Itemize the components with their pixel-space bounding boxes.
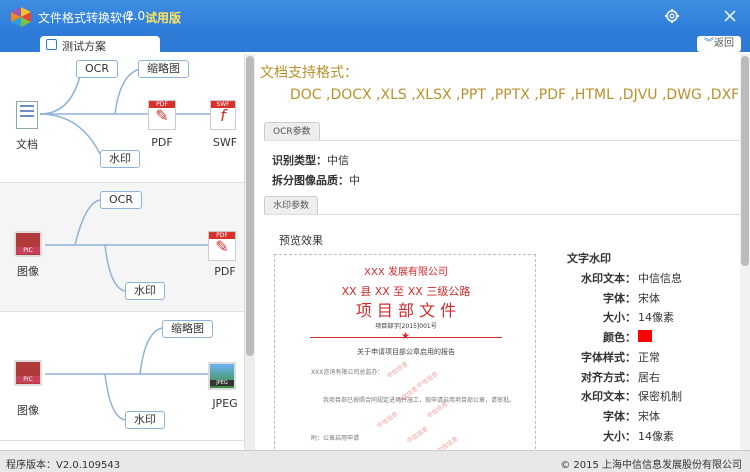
document-icon <box>46 39 57 50</box>
chevron-down-icon: ︾ <box>704 38 714 49</box>
doc-company: XXX 发展有限公司 <box>364 267 448 278</box>
left-scrollbar[interactable] <box>245 54 255 450</box>
branch-ocr: OCR <box>76 60 118 78</box>
app-title: 文件格式转换软件 <box>38 11 135 25</box>
close-icon[interactable] <box>720 6 740 26</box>
wm-key: 字体： <box>603 410 636 423</box>
wm-value: 保密机制 <box>638 390 682 403</box>
divider <box>264 140 740 141</box>
target-label: PDF <box>214 265 236 278</box>
wm-key: 颜色： <box>603 331 636 344</box>
app-logo-icon <box>11 7 31 27</box>
color-swatch <box>638 330 652 342</box>
wm-value: 中信信息 <box>638 272 682 285</box>
ocr-type-row: 识别类型：中信 <box>272 152 349 168</box>
branch-watermark: 水印 <box>125 411 165 429</box>
formats-list: DOC ,DOCX ,XLS ,XLSX ,PPT ,PPTX ,PDF ,HT… <box>290 87 740 103</box>
wm-value: 居右 <box>638 371 660 384</box>
tab-watermark-params[interactable]: 水印参数 <box>264 196 319 214</box>
swf-file-icon: SWF f <box>210 100 236 130</box>
doc-note: 附：公章启用申请 <box>311 435 360 442</box>
pdf-file-icon: PDF ✎ <box>208 231 236 261</box>
wm-key: 对齐方式： <box>581 371 636 384</box>
app-version: 2.0 <box>126 9 146 23</box>
wm-value: 宋体 <box>638 292 660 305</box>
wm-value: 14像素 <box>638 430 674 443</box>
wm-value: 14像素 <box>638 311 674 324</box>
split-quality-row: 拆分图像品质：中 <box>272 172 360 188</box>
preview-label: 预览效果 <box>279 234 323 247</box>
source-label: 图像 <box>17 265 39 278</box>
gear-icon[interactable] <box>662 6 682 26</box>
branch-watermark: 水印 <box>125 282 165 300</box>
doc-number: 项目部字[2015]001号 <box>375 323 437 330</box>
wm-key: 字体样式： <box>581 351 636 364</box>
copyright: © 2015 上海中信信息发展股份有限公司 <box>560 460 742 471</box>
formats-title: 文档支持格式： <box>260 65 358 81</box>
wm-key: 水印文本： <box>581 272 636 285</box>
wm-key: 大小： <box>603 430 636 443</box>
image-file-icon: PIC <box>14 231 42 257</box>
watermark-text: 中信信息 <box>375 410 400 431</box>
doc-body: 我项目部已按照合同规定进场并施工，现申请启用项目部公章，请审批。 <box>323 397 516 404</box>
jpeg-file-icon: JPEG <box>208 362 236 390</box>
wm-value: 宋体 <box>638 410 660 423</box>
back-label: 返回 <box>714 38 734 49</box>
target-label: PDF <box>151 136 173 149</box>
scheme-item-3[interactable]: PIC 图像 缩略图 水印 JPEG JPEG <box>0 312 244 441</box>
tab-test-scheme[interactable]: 测试方案 <box>40 36 160 54</box>
wm-key: 大小： <box>603 311 636 324</box>
trial-badge: 试用版 <box>145 11 182 25</box>
wm-key: 字体： <box>603 292 636 305</box>
doc-heading: 项 目 部 文 件 <box>355 301 457 320</box>
right-scrollbar[interactable] <box>740 54 750 450</box>
watermark-text: 中信信息 <box>405 425 430 446</box>
scrollbar-thumb[interactable] <box>246 56 254 356</box>
text-watermark-title: 文字水印 <box>567 252 611 265</box>
image-file-icon: PIC <box>14 360 42 386</box>
scheme-list: 文档 OCR 缩略图 水印 PDF ✎ PDF SWF f SWF PIC 图像… <box>0 54 245 450</box>
scrollbar-thumb[interactable] <box>741 56 749 266</box>
branch-thumbnail: 缩略图 <box>138 60 189 78</box>
divider <box>264 214 740 215</box>
document-file-icon <box>16 101 38 129</box>
doc-subject: 关于申请项目部公章启用的报告 <box>357 348 455 356</box>
version-status: 程序版本：V2.0.109543 <box>6 460 121 471</box>
ocr-type-value: 中信 <box>327 154 349 167</box>
wm-key: 水印文本： <box>581 390 636 403</box>
branch-thumbnail: 缩略图 <box>162 320 213 338</box>
wm-value: 正常 <box>638 351 660 364</box>
target-label: SWF <box>212 136 238 149</box>
back-button[interactable]: ︾返回 <box>697 36 741 52</box>
watermark-preview: XXX 发展有限公司 XX 县 XX 至 XX 三级公路 项 目 部 文 件 项… <box>274 254 536 450</box>
scheme-item-2[interactable]: PIC 图像 OCR 水印 PDF ✎ PDF <box>0 183 244 312</box>
target-label: JPEG <box>212 397 238 410</box>
tab-label: 测试方案 <box>62 40 106 53</box>
ocr-type-label: 识别类型： <box>272 154 327 167</box>
details-panel: 文档支持格式： DOC ,DOCX ,XLS ,XLSX ,PPT ,PPTX … <box>256 54 750 450</box>
tab-ocr-params[interactable]: OCR参数 <box>264 122 320 140</box>
split-quality-value: 中 <box>349 174 360 187</box>
title-bar: 文件格式转换软件 2.0 试用版 <box>0 0 750 34</box>
watermark-text: 中信信息 <box>415 370 440 391</box>
status-bar: 程序版本：V2.0.109543 © 2015 上海中信信息发展股份有限公司 <box>0 450 750 472</box>
branch-ocr: OCR <box>100 191 142 209</box>
scheme-item-1[interactable]: 文档 OCR 缩略图 水印 PDF ✎ PDF SWF f SWF <box>0 54 244 183</box>
doc-to: XXX咨询有限公司总监办： <box>311 369 384 376</box>
source-label: 文档 <box>16 138 38 151</box>
source-label: 图像 <box>17 404 39 417</box>
branch-watermark: 水印 <box>100 150 140 168</box>
star-icon: ★ <box>401 331 410 342</box>
watermark-text: 中信信息 <box>435 435 460 450</box>
pdf-file-icon: PDF ✎ <box>148 100 176 130</box>
watermark-text: 中信信息 <box>385 360 410 381</box>
split-quality-label: 拆分图像品质： <box>272 174 349 187</box>
